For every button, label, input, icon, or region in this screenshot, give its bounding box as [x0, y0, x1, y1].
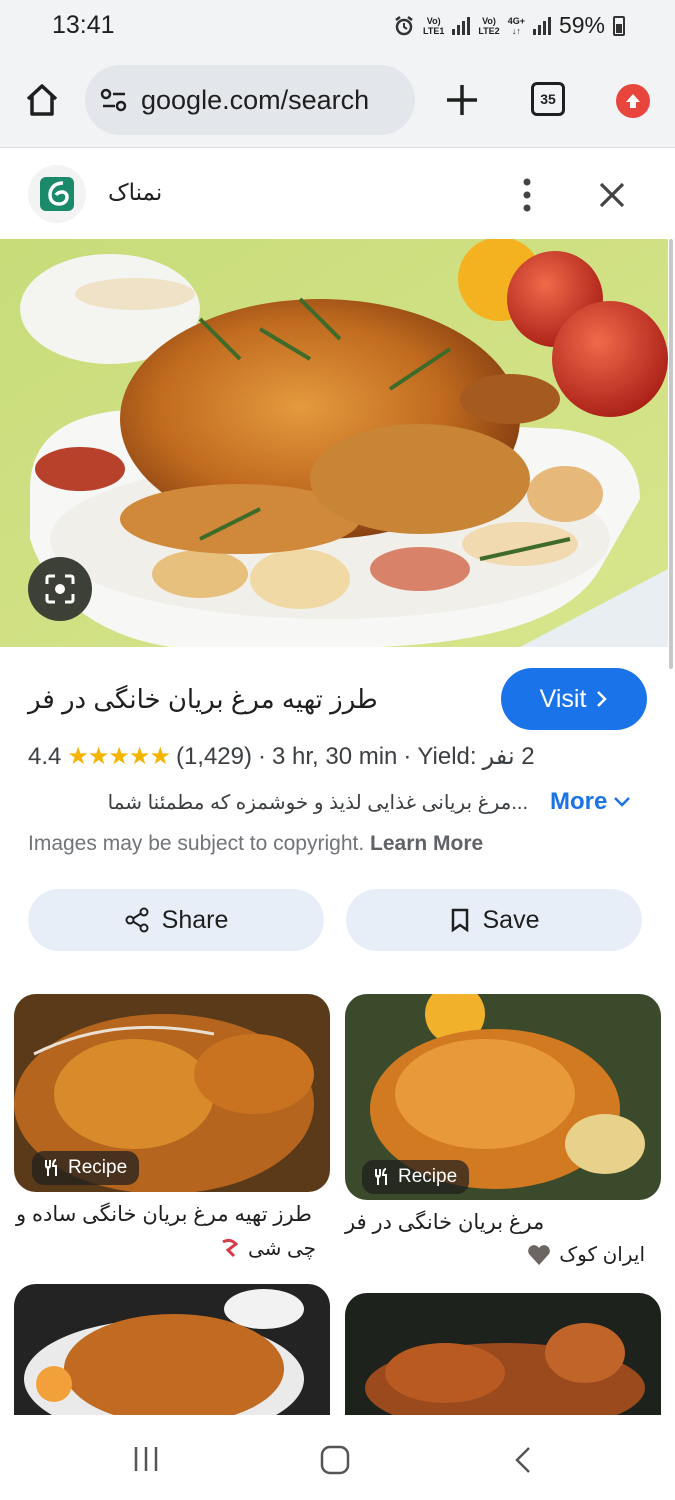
recipe-chip-label: Recipe [68, 1157, 128, 1178]
status-indicators: Vo) LTE1 Vo) LTE2 4G+ ↓↑ 59% [393, 12, 625, 39]
rating-stars: ★★★★★ [67, 743, 171, 770]
recipe-chip: Recipe [362, 1160, 470, 1194]
sim1-label: Vo) LTE1 [423, 15, 445, 36]
source-label: چی شی [247, 1238, 316, 1260]
utensils-icon [375, 1168, 387, 1185]
site-logo [28, 165, 86, 223]
rating-value: 4.4 [28, 742, 62, 770]
url-text: google.com/search [141, 84, 370, 115]
system-nav-bar [0, 1415, 675, 1500]
plus-icon[interactable] [442, 80, 482, 120]
signal-icon [452, 16, 471, 35]
recent-apps-icon[interactable] [132, 1445, 160, 1473]
share-button[interactable]: Share [28, 889, 324, 951]
site-name[interactable]: نمناک [108, 179, 162, 206]
network-type: 4G+ ↓↑ [507, 15, 525, 36]
lens-icon[interactable] [28, 557, 92, 621]
review-count: (1,429) [175, 742, 252, 770]
copyright-text: Images may be subject to copyright. [28, 832, 365, 855]
heart-icon [528, 1244, 551, 1265]
result-description: ...مرغ بریانی غذایی لذیذ و خوشمزه که مطم… [107, 792, 528, 814]
recipe-chip: Recipe [32, 1151, 140, 1185]
duration: 3 hr, 30 min [272, 742, 398, 770]
battery-percent: 59% [558, 12, 605, 38]
status-time: 13:41 [52, 11, 115, 39]
meta-row: 4.4 ★★★★★ (1,429) · 3 hr, 30 min · Yield… [28, 742, 535, 771]
utensils-icon [45, 1159, 57, 1176]
more-button[interactable]: More [550, 788, 631, 816]
related-source-2[interactable]: ایران کوک [345, 1242, 645, 1267]
bookmark-icon [451, 908, 468, 933]
save-button[interactable]: Save [346, 889, 642, 951]
visit-button[interactable]: Visit [501, 668, 647, 730]
chevron-right-icon [597, 691, 608, 707]
related-title-2[interactable]: مرغ بریان خانگی در فر [345, 1206, 645, 1240]
tune-icon[interactable] [99, 85, 129, 115]
source-label: ایران کوک [559, 1244, 645, 1266]
yield-value: 2 نفر [482, 743, 535, 770]
related-source-1[interactable]: چی شی [16, 1236, 316, 1261]
related-image-4[interactable] [345, 1293, 661, 1415]
learn-more-link[interactable]: Learn More [370, 832, 483, 855]
save-label: Save [482, 905, 540, 934]
tab-count: 35 [540, 91, 556, 107]
related-image-3[interactable] [14, 1284, 330, 1415]
share-label: Share [161, 905, 229, 934]
visit-label: Visit [539, 684, 587, 713]
separator: · [258, 742, 266, 770]
sim2-label: Vo) LTE2 [478, 15, 500, 36]
panel-header: نمناک [0, 149, 675, 239]
more-label: More [550, 788, 608, 815]
main-image[interactable] [0, 239, 668, 647]
browser-toolbar: google.com/search 35 [0, 50, 675, 148]
more-vert-icon[interactable] [516, 175, 538, 215]
source-logo-icon [222, 1238, 239, 1257]
related-title-1[interactable]: طرز تهیه مرغ بریان خانگی ساده و [16, 1198, 316, 1232]
signal-icon [532, 16, 551, 35]
recipe-chip-label: Recipe [398, 1166, 458, 1187]
home-nav-icon[interactable] [320, 1445, 350, 1475]
result-title: طرز تهیه مرغ بریان خانگی در فر [28, 684, 378, 714]
chevron-down-icon [614, 797, 631, 807]
scrollbar[interactable] [669, 239, 673, 669]
status-bar: 13:41 Vo) LTE1 Vo) LTE2 4G+ ↓↑ 59% [0, 0, 675, 50]
battery-icon [613, 15, 625, 36]
tabs-button[interactable]: 35 [531, 82, 565, 116]
address-bar[interactable]: google.com/search [85, 65, 415, 135]
update-arrow-icon[interactable] [616, 84, 650, 118]
yield-label: Yield: [417, 742, 477, 770]
share-icon [125, 907, 149, 933]
home-icon[interactable] [22, 80, 62, 120]
copyright-notice: Images may be subject to copyright. Lear… [28, 832, 483, 856]
alarm-icon [395, 15, 413, 35]
back-icon[interactable] [512, 1445, 534, 1475]
close-icon[interactable] [592, 175, 632, 215]
separator: · [403, 742, 412, 770]
